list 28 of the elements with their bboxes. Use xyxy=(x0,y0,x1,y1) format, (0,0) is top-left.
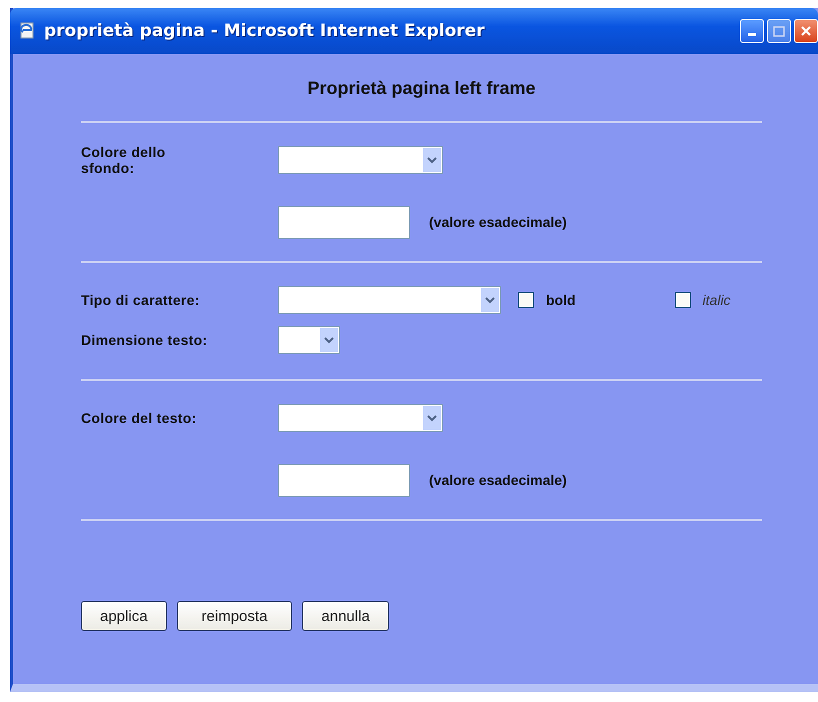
field-label: Colore del testo: xyxy=(81,410,198,426)
checkbox[interactable] xyxy=(674,292,691,308)
page-heading: Proprietà pagina left frame xyxy=(306,78,537,99)
field-label: Dimensione testo: xyxy=(81,332,208,348)
form-button[interactable]: applica xyxy=(81,601,167,631)
close-icon xyxy=(800,25,812,37)
minimize-icon xyxy=(748,33,756,37)
field-label: Tipo di carattere: xyxy=(81,292,201,308)
window-title: proprietà pagina - Microsoft Internet Explorer xyxy=(44,21,485,41)
dropdown[interactable] xyxy=(278,146,443,174)
dropdown[interactable] xyxy=(278,404,443,432)
page-icon xyxy=(18,22,36,40)
dropdown[interactable] xyxy=(278,326,340,354)
hint-text: (valore esadecimale) xyxy=(429,472,567,488)
form-button[interactable]: reimposta xyxy=(176,601,292,631)
hex-input-field[interactable] xyxy=(278,206,410,238)
checkbox-label: italic xyxy=(702,292,731,308)
field-label: Colore dello sfondo: xyxy=(81,144,166,176)
close-button[interactable] xyxy=(794,19,818,43)
checkbox[interactable] xyxy=(518,292,534,308)
checkbox-label: bold xyxy=(546,292,576,308)
maximize-button[interactable] xyxy=(767,19,791,43)
hex-input-field[interactable] xyxy=(278,464,410,496)
form-button[interactable]: annulla xyxy=(302,601,389,631)
hint-text: (valore esadecimale) xyxy=(429,214,567,230)
minimize-button[interactable] xyxy=(740,19,764,43)
dropdown[interactable] xyxy=(278,286,501,314)
maximize-icon xyxy=(773,26,785,36)
